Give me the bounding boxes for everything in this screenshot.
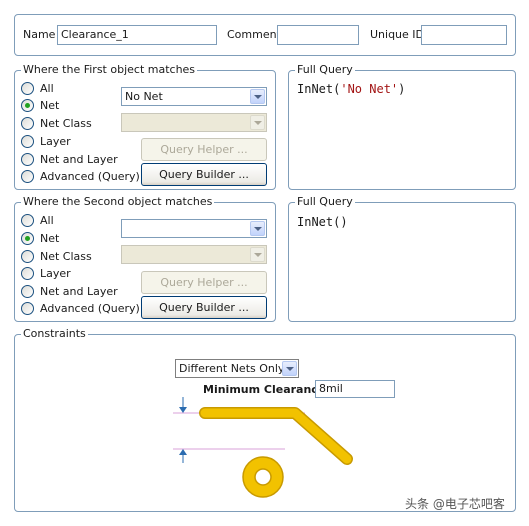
first-query-builder-button[interactable]: Query Builder ... <box>141 163 267 186</box>
second-radio-all[interactable] <box>21 214 34 227</box>
first-full-query-title: Full Query <box>295 63 355 76</box>
chevron-down-icon[interactable] <box>250 89 265 104</box>
arrow-up-icon <box>179 449 187 463</box>
second-radio-advanced-label: Advanced (Query) <box>40 302 140 315</box>
second-full-query-text[interactable]: InNet() <box>297 215 348 229</box>
constraints-panel: Constraints Different Nets Only Minimum … <box>14 327 516 512</box>
first-query-close: ) <box>398 82 406 96</box>
first-net-select-value: No Net <box>125 90 163 103</box>
second-object-title: Where the Second object matches <box>21 195 215 208</box>
first-full-query-panel: Full Query InNet('No Net') <box>288 63 516 190</box>
second-radio-net[interactable] <box>21 232 34 245</box>
first-radio-advanced[interactable] <box>21 170 34 183</box>
rule-header-panel: Name Clearance_1 Comment Unique ID <box>14 14 516 56</box>
first-net-class-select[interactable] <box>121 113 267 132</box>
second-radio-all-label: All <box>40 214 54 227</box>
chevron-down-icon[interactable] <box>250 247 265 262</box>
first-radio-net-class[interactable] <box>21 117 34 130</box>
net-scope-select[interactable]: Different Nets Only <box>175 359 299 378</box>
second-full-query-title: Full Query <box>295 195 355 208</box>
unique-id-field[interactable] <box>421 25 507 45</box>
second-radio-net-class[interactable] <box>21 250 34 263</box>
arrow-down-icon <box>179 397 187 413</box>
second-query-builder-button[interactable]: Query Builder ... <box>141 296 267 319</box>
second-net-class-select[interactable] <box>121 245 267 264</box>
comment-field[interactable] <box>277 25 359 45</box>
first-query-helper-button[interactable]: Query Helper ... <box>141 138 267 161</box>
net-scope-select-value: Different Nets Only <box>179 362 285 375</box>
first-full-query-text[interactable]: InNet('No Net') <box>297 82 405 96</box>
first-query-func: InNet( <box>297 82 341 96</box>
second-query-helper-button[interactable]: Query Helper ... <box>141 271 267 294</box>
second-full-query-panel: Full Query InNet() <box>288 195 516 322</box>
second-radio-net-label: Net <box>40 232 60 245</box>
watermark-text: 头条 @电子芯吧客 <box>405 497 505 511</box>
second-radio-layer-label: Layer <box>40 267 71 280</box>
first-radio-net[interactable] <box>21 99 34 112</box>
chevron-down-icon[interactable] <box>250 115 265 130</box>
first-radio-layer[interactable] <box>21 135 34 148</box>
first-net-select[interactable]: No Net <box>121 87 267 106</box>
first-radio-all[interactable] <box>21 82 34 95</box>
first-object-title: Where the First object matches <box>21 63 198 76</box>
first-radio-net-and-layer-label: Net and Layer <box>40 153 118 166</box>
first-radio-all-label: All <box>40 82 54 95</box>
first-query-arg: 'No Net' <box>340 82 399 96</box>
name-label: Name <box>23 28 56 41</box>
name-field[interactable]: Clearance_1 <box>57 25 217 45</box>
second-radio-layer[interactable] <box>21 267 34 280</box>
constraints-title: Constraints <box>21 327 88 340</box>
via-hole-shape <box>254 468 272 486</box>
chevron-down-icon[interactable] <box>282 361 297 376</box>
first-object-panel: Where the First object matches All Net N… <box>14 63 276 190</box>
track-fill <box>200 408 352 464</box>
first-radio-net-and-layer[interactable] <box>21 153 34 166</box>
second-radio-net-class-label: Net Class <box>40 250 92 263</box>
chevron-down-icon[interactable] <box>250 221 265 236</box>
first-radio-advanced-label: Advanced (Query) <box>40 170 140 183</box>
second-radio-net-and-layer[interactable] <box>21 285 34 298</box>
clearance-diagram <box>173 397 353 498</box>
second-net-select[interactable] <box>121 219 267 238</box>
unique-id-label: Unique ID <box>370 28 425 41</box>
second-radio-net-and-layer-label: Net and Layer <box>40 285 118 298</box>
comment-label: Comment <box>227 28 281 41</box>
first-radio-layer-label: Layer <box>40 135 71 148</box>
second-radio-advanced[interactable] <box>21 302 34 315</box>
second-object-panel: Where the Second object matches All Net … <box>14 195 276 322</box>
first-radio-net-label: Net <box>40 99 60 112</box>
first-radio-net-class-label: Net Class <box>40 117 92 130</box>
